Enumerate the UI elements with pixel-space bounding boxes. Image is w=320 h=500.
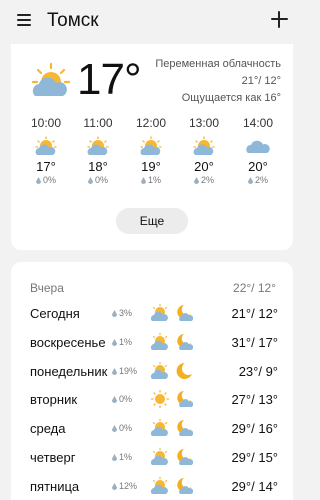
hour-time: 10:00 bbox=[30, 116, 62, 130]
yesterday-label: Вчера bbox=[30, 281, 64, 295]
drop-icon bbox=[247, 177, 253, 184]
more-button[interactable]: Еще bbox=[116, 208, 188, 234]
day-temps: 29°/ 14° bbox=[231, 479, 278, 494]
drop-icon bbox=[140, 177, 146, 184]
partly-cloudy-icon bbox=[150, 362, 168, 379]
current-condition: Переменная облачность bbox=[155, 58, 281, 70]
partly-cloudy-night-icon bbox=[177, 420, 193, 436]
drop-icon bbox=[112, 339, 117, 346]
partly-cloudy-icon bbox=[150, 419, 168, 436]
day-name: понедельник bbox=[30, 364, 108, 379]
hourly-item: 11:00 18° 0% bbox=[73, 116, 123, 187]
hourly-item: 12:00 19° 1% bbox=[126, 116, 176, 187]
partly-cloudy-icon bbox=[31, 62, 71, 96]
daily-row[interactable]: среда 0% 29°/ 16° bbox=[30, 417, 278, 441]
current-weather-card: 17° Переменная облачность 21°/ 12° Ощуща… bbox=[11, 44, 293, 250]
hour-temperature: 20° bbox=[194, 159, 214, 174]
partly-cloudy-icon bbox=[150, 448, 168, 465]
hour-time: 11:00 bbox=[83, 116, 113, 130]
day-name: четверг bbox=[30, 450, 76, 465]
hourly-item: 13:00 20° 2% bbox=[179, 116, 229, 187]
day-precipitation: 1% bbox=[112, 337, 132, 347]
hour-time: 12:00 bbox=[135, 116, 167, 130]
day-precipitation: 12% bbox=[112, 481, 137, 491]
current-details: Переменная облачность 21°/ 12° Ощущается… bbox=[155, 56, 281, 107]
drop-icon bbox=[112, 396, 117, 403]
partly-cloudy-night-icon bbox=[177, 478, 193, 494]
partly-cloudy-night-icon bbox=[177, 391, 193, 407]
yesterday-row: Вчера 22°/ 12° bbox=[30, 281, 276, 295]
hourly-item: 14:00 20° 2% bbox=[233, 116, 283, 187]
hourly-item: 10:00 17° 0% bbox=[21, 116, 71, 187]
day-precipitation: 1% bbox=[112, 452, 132, 462]
partly-cloudy-icon bbox=[193, 136, 215, 155]
hour-temperature: 19° bbox=[141, 159, 161, 174]
hour-temperature: 18° bbox=[88, 159, 108, 174]
feels-like: Ощущается как 16° bbox=[181, 92, 281, 104]
top-bar: Томск bbox=[0, 0, 304, 42]
drop-icon bbox=[112, 368, 117, 375]
hour-precipitation: 1% bbox=[126, 175, 176, 187]
partly-cloudy-icon bbox=[35, 136, 57, 155]
hour-precipitation: 0% bbox=[21, 175, 71, 187]
add-city-icon[interactable] bbox=[271, 11, 288, 28]
current-temperature: 17° bbox=[77, 55, 142, 104]
drop-icon bbox=[193, 177, 199, 184]
daily-row[interactable]: понедельник 19% 23°/ 9° bbox=[30, 360, 278, 384]
day-name: среда bbox=[30, 421, 66, 436]
hour-precipitation: 2% bbox=[179, 175, 229, 187]
current-hi-lo: 21°/ 12° bbox=[241, 75, 281, 87]
partly-cloudy-icon bbox=[87, 136, 109, 155]
partly-cloudy-icon bbox=[140, 136, 162, 155]
partly-cloudy-night-icon bbox=[177, 305, 193, 321]
daily-row[interactable]: четверг 1% 29°/ 15° bbox=[30, 446, 278, 470]
day-precipitation: 3% bbox=[112, 308, 132, 318]
hour-precipitation: 2% bbox=[233, 175, 283, 187]
hour-temperature: 20° bbox=[248, 159, 268, 174]
partly-cloudy-icon bbox=[150, 304, 168, 321]
hour-time: 13:00 bbox=[188, 116, 220, 130]
daily-row[interactable]: пятница 12% 29°/ 14° bbox=[30, 475, 278, 499]
menu-icon[interactable] bbox=[17, 14, 31, 26]
partly-cloudy-icon bbox=[150, 333, 168, 350]
partly-cloudy-night-icon bbox=[177, 449, 193, 465]
hour-precipitation: 0% bbox=[73, 175, 123, 187]
day-name: вторник bbox=[30, 392, 78, 407]
partly-cloudy-night-icon bbox=[177, 334, 193, 350]
day-name: пятница bbox=[30, 479, 80, 494]
daily-row[interactable]: вторник 0% 27°/ 13° bbox=[30, 388, 278, 412]
drop-icon bbox=[87, 177, 93, 184]
day-temps: 21°/ 12° bbox=[231, 306, 278, 321]
drop-icon bbox=[112, 483, 117, 490]
hour-temperature: 17° bbox=[36, 159, 56, 174]
day-name: Сегодня bbox=[30, 306, 80, 321]
day-temps: 23°/ 9° bbox=[238, 364, 278, 379]
drop-icon bbox=[112, 454, 117, 461]
day-temps: 31°/ 17° bbox=[231, 335, 278, 350]
sun-icon bbox=[150, 390, 170, 408]
drop-icon bbox=[35, 177, 41, 184]
partly-cloudy-icon bbox=[150, 477, 168, 494]
hour-time: 14:00 bbox=[242, 116, 274, 130]
daily-row[interactable]: воскресенье 1% 31°/ 17° bbox=[30, 331, 278, 355]
drop-icon bbox=[112, 425, 117, 432]
yesterday-temps: 22°/ 12° bbox=[233, 281, 276, 295]
daily-row-today[interactable]: Сегодня 3% 21°/ 12° bbox=[30, 302, 278, 326]
day-name: воскресенье bbox=[30, 335, 106, 350]
day-temps: 29°/ 15° bbox=[231, 450, 278, 465]
day-precipitation: 0% bbox=[112, 394, 132, 404]
day-temps: 27°/ 13° bbox=[231, 392, 278, 407]
daily-forecast-card: Вчера 22°/ 12° Сегодня 3% 21°/ 12° воскр… bbox=[11, 262, 293, 500]
day-temps: 29°/ 16° bbox=[231, 421, 278, 436]
moon-icon bbox=[176, 362, 192, 379]
city-title: Томск bbox=[47, 10, 99, 31]
cloud-icon bbox=[246, 140, 270, 153]
day-precipitation: 0% bbox=[112, 423, 132, 433]
drop-icon bbox=[112, 310, 117, 317]
hourly-forecast: 10:00 17° 0% 11:00 18° 0% 12:00 19° 1% 1… bbox=[11, 116, 293, 196]
day-precipitation: 19% bbox=[112, 366, 137, 376]
